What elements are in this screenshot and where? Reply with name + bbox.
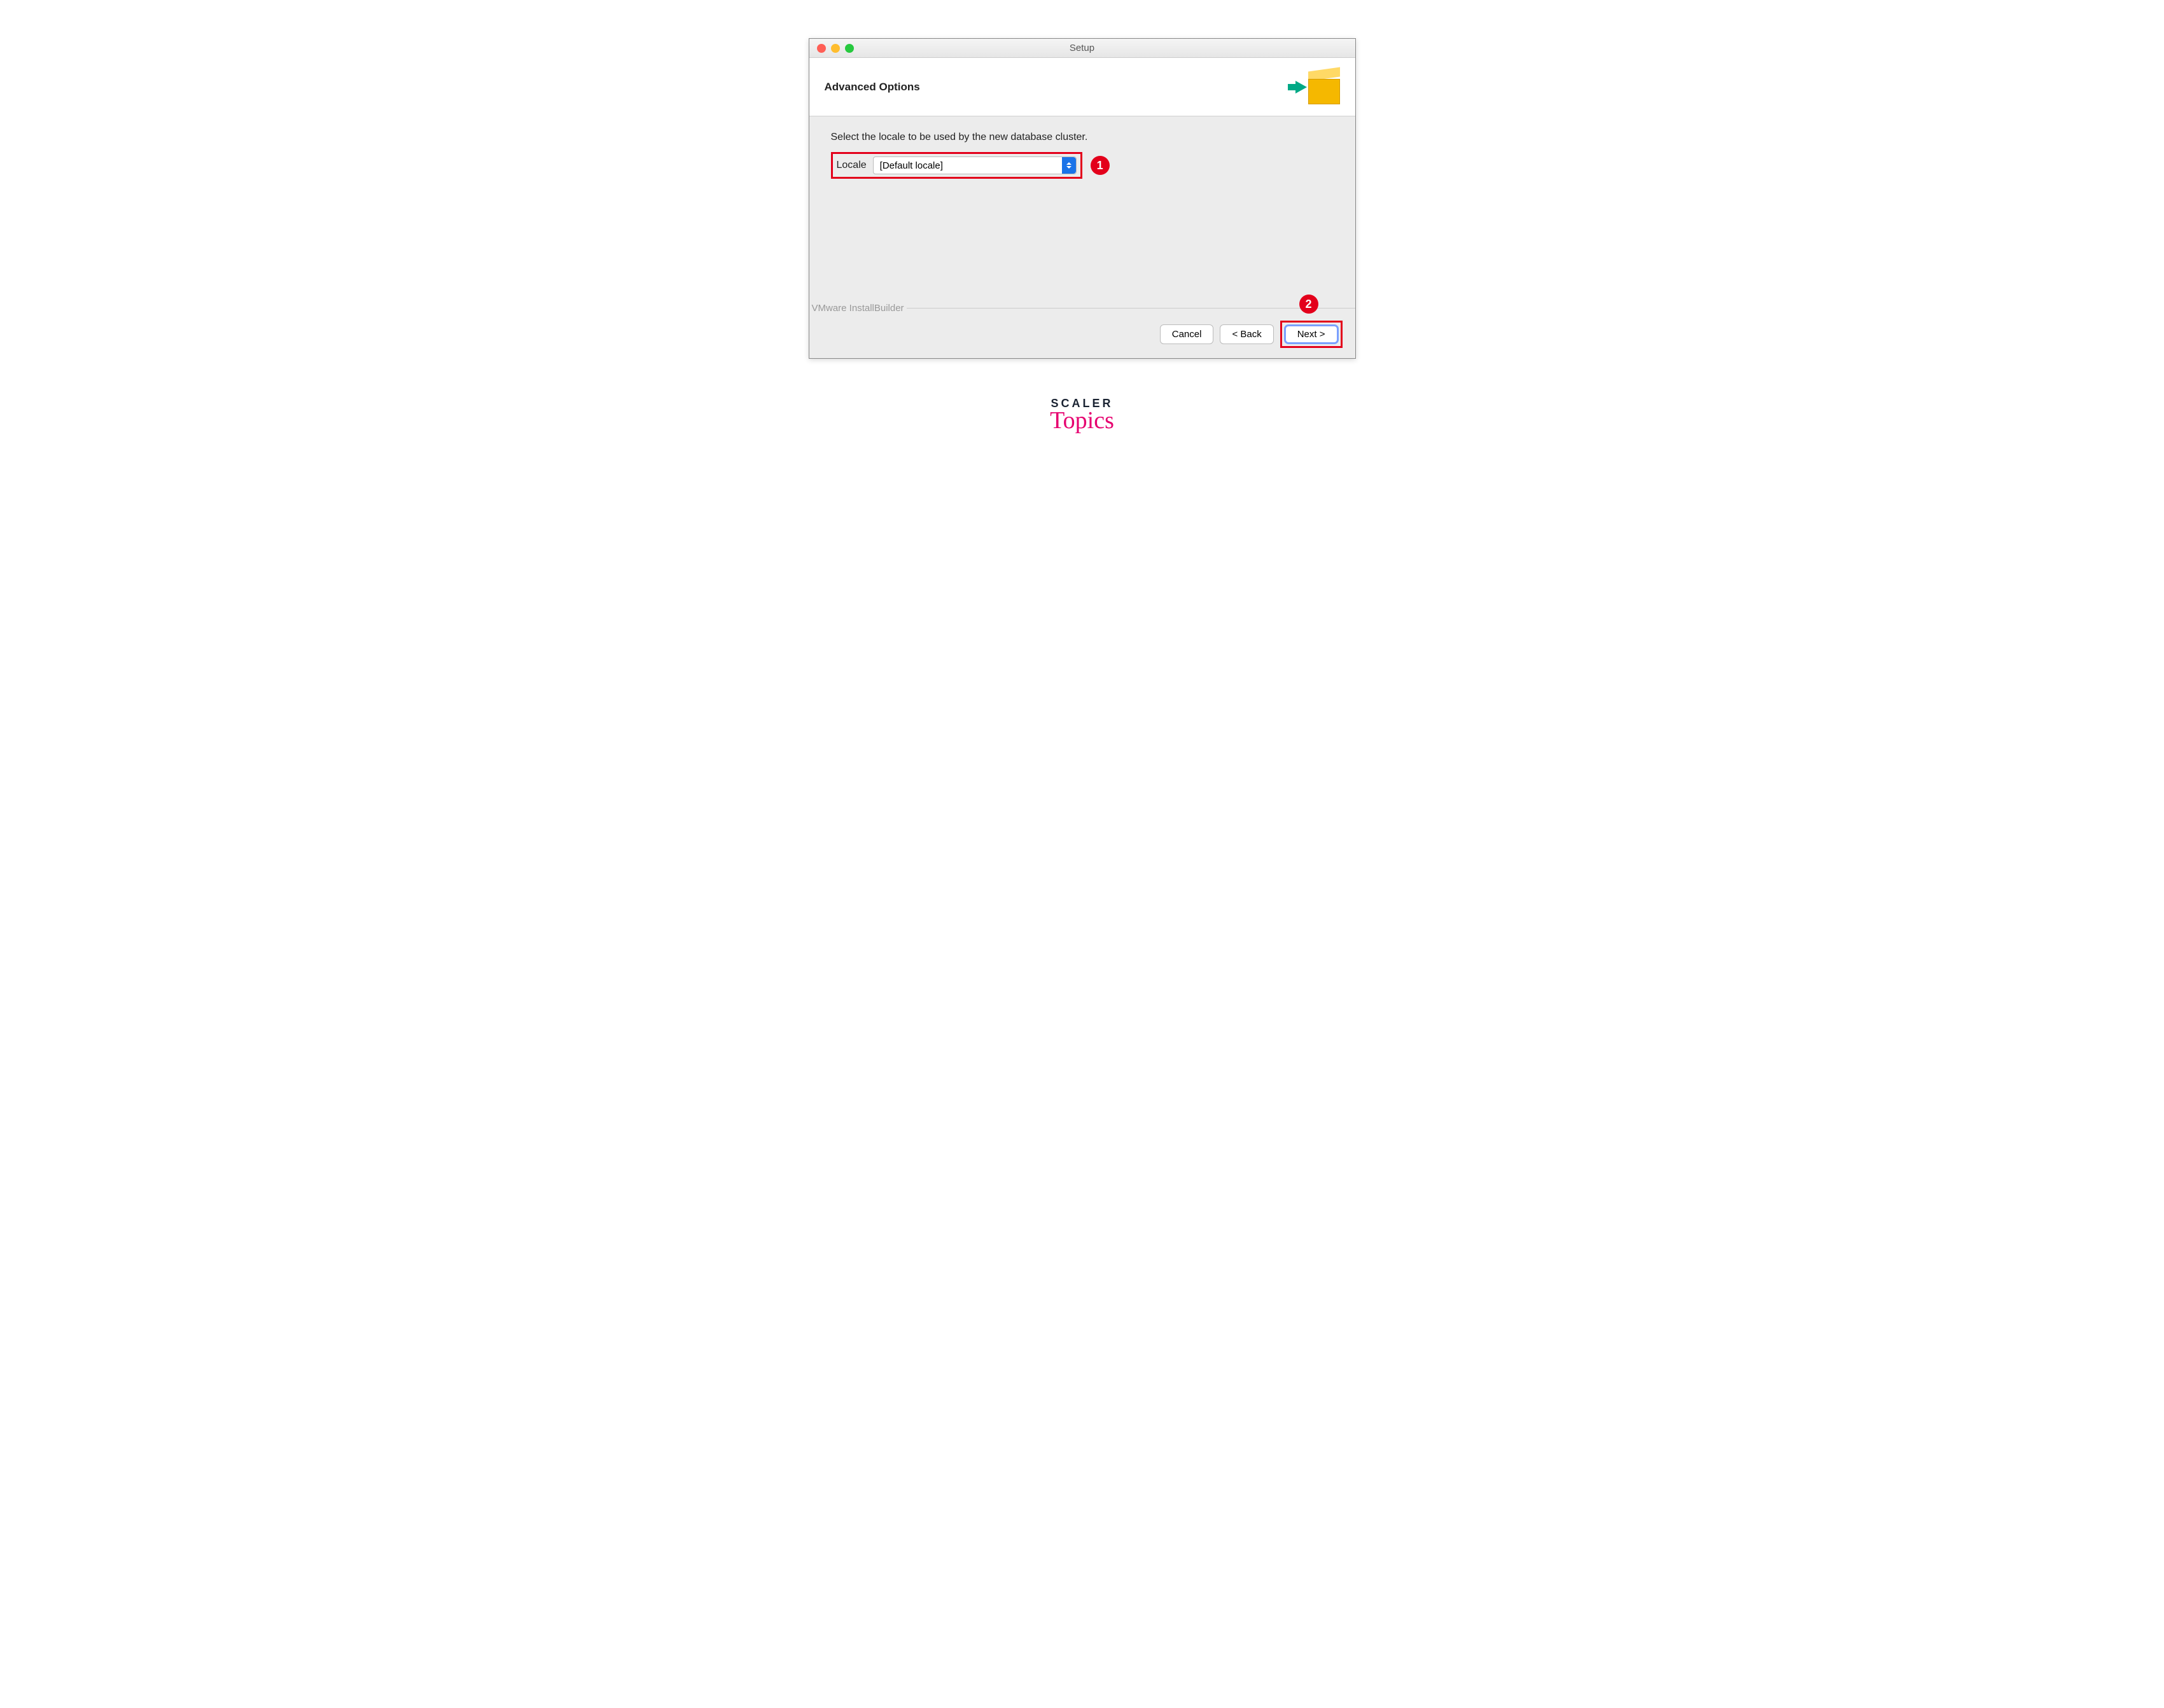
setup-window: Setup Advanced Options Select the locale… [809,38,1356,359]
back-button[interactable]: < Back [1220,324,1273,344]
close-icon[interactable] [817,44,826,53]
callout-badge-1: 1 [1091,156,1110,175]
instruction-text: Select the locale to be used by the new … [831,132,1334,143]
minimize-icon[interactable] [831,44,840,53]
locale-label: Locale [837,160,867,171]
locale-field-highlight: Locale [Default locale] 1 [831,152,1082,179]
header: Advanced Options [809,58,1355,116]
titlebar: Setup [809,39,1355,58]
installer-box-icon [1295,69,1340,104]
callout-badge-2: 2 [1299,295,1318,314]
locale-select[interactable]: [Default locale] [873,156,1077,174]
button-row: Cancel < Back Next > [1160,321,1343,348]
window-title: Setup [1070,43,1094,53]
watermark: SCALER Topics [1050,397,1114,434]
traffic-lights [809,44,854,53]
content-area: Select the locale to be used by the new … [809,116,1355,358]
zoom-icon[interactable] [845,44,854,53]
dropdown-caret-icon[interactable] [1062,157,1076,174]
locale-select-value: [Default locale] [880,160,943,171]
cancel-button[interactable]: Cancel [1160,324,1214,344]
next-button-highlight: Next > [1280,321,1343,348]
next-button[interactable]: Next > [1284,324,1339,344]
page-title: Advanced Options [825,81,920,94]
watermark-line2: Topics [1050,406,1114,434]
footer-brand: VMware InstallBuilder [809,303,907,314]
